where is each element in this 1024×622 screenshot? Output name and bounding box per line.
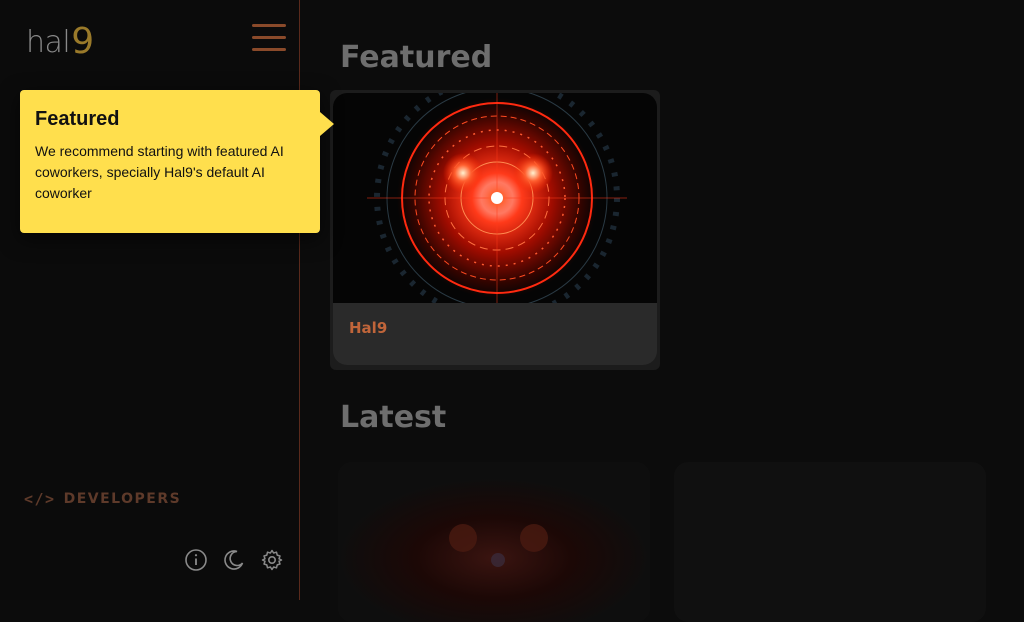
logo-text: hal xyxy=(26,25,71,60)
hamburger-menu-icon[interactable] xyxy=(252,24,288,52)
latest-card[interactable] xyxy=(674,462,986,622)
moon-icon[interactable] xyxy=(222,548,246,572)
code-icon: </> xyxy=(24,490,56,508)
featured-tooltip: Featured We recommend starting with feat… xyxy=(20,90,334,233)
hal9-logo[interactable]: hal 9 xyxy=(26,21,95,62)
featured-card-hal9[interactable]: Hal9 xyxy=(330,90,660,370)
tooltip-title: Featured xyxy=(35,108,120,130)
featured-heading: Featured xyxy=(340,40,493,75)
latest-card-image xyxy=(338,462,650,622)
info-icon[interactable] xyxy=(184,548,208,572)
latest-heading: Latest xyxy=(340,400,447,435)
sidebar-footer-icons xyxy=(184,548,284,572)
tooltip-body: We recommend starting with featured AI c… xyxy=(35,143,284,201)
gear-icon[interactable] xyxy=(260,548,284,572)
main-content: Featured Hal9 Latest xyxy=(300,0,1024,622)
latest-card[interactable] xyxy=(338,462,650,622)
card-body: Hal9 xyxy=(333,93,657,365)
logo-accent: 9 xyxy=(71,21,95,62)
developers-link[interactable]: </> DEVELOPERS xyxy=(24,490,181,508)
card-title: Hal9 xyxy=(349,319,388,337)
hal9-card-image xyxy=(333,93,657,303)
developers-label: DEVELOPERS xyxy=(63,491,182,507)
